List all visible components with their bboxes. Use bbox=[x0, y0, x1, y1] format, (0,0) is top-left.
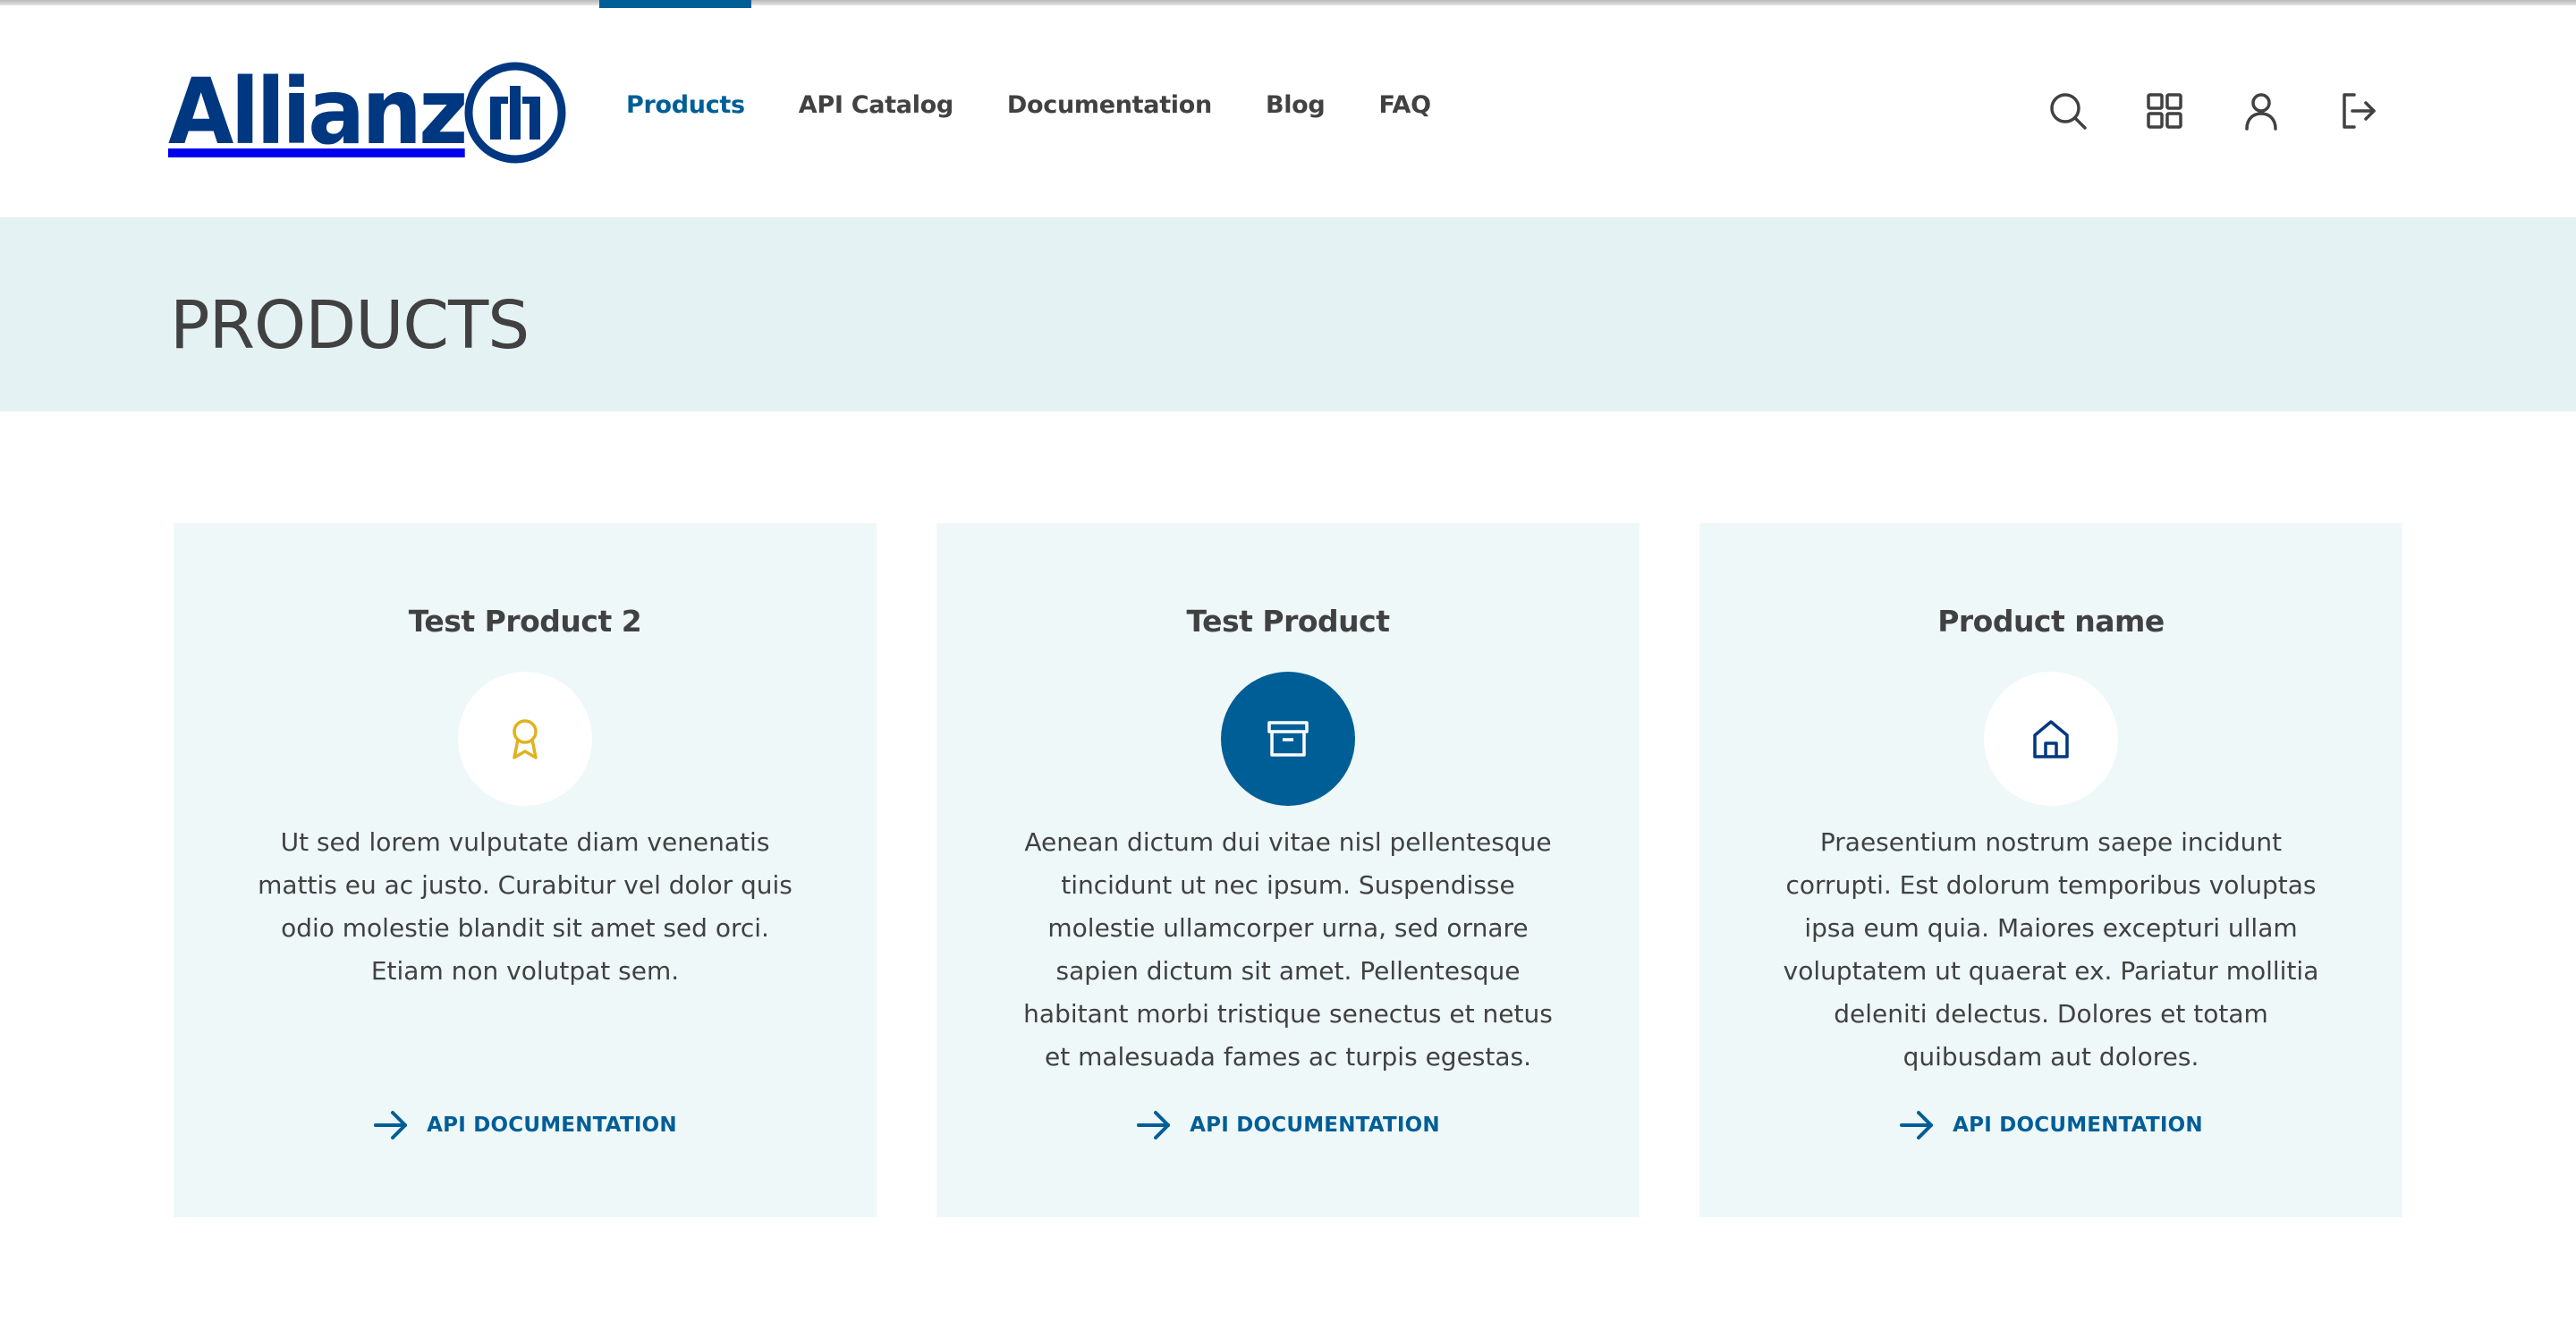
logout-icon[interactable] bbox=[2336, 89, 2379, 132]
allianz-eagle-icon bbox=[464, 62, 566, 164]
product-icon-circle bbox=[1984, 672, 2118, 806]
product-card[interactable]: Test Product Aenean dictum dui vitae nis… bbox=[936, 523, 1640, 1217]
page-banner: PRODUCTS bbox=[0, 217, 2576, 411]
product-cards: Test Product 2 Ut sed lorem vulputate di… bbox=[0, 523, 2576, 1221]
arrow-right-icon bbox=[374, 1111, 408, 1139]
home-icon bbox=[2033, 720, 2069, 758]
arrow-right-icon bbox=[1900, 1111, 1934, 1139]
product-card[interactable]: Test Product 2 Ut sed lorem vulputate di… bbox=[174, 523, 877, 1217]
product-icon-circle bbox=[1221, 672, 1355, 806]
logo-wordmark: Allianz bbox=[168, 59, 468, 165]
nav-api-catalog[interactable]: API Catalog bbox=[799, 91, 953, 119]
api-documentation-link[interactable]: API DOCUMENTATION bbox=[1699, 1109, 2402, 1141]
active-tab-indicator bbox=[599, 0, 751, 8]
archive-box-icon bbox=[1267, 721, 1309, 757]
site-header: Allianz Products API Catalog Documentati… bbox=[0, 5, 2576, 217]
nav-documentation[interactable]: Documentation bbox=[1007, 91, 1212, 119]
link-label: API DOCUMENTATION bbox=[1190, 1114, 1440, 1137]
link-label: API DOCUMENTATION bbox=[427, 1114, 677, 1137]
page-title: PRODUCTS bbox=[170, 287, 530, 364]
header-actions bbox=[2046, 89, 2379, 132]
main-nav: Products API Catalog Documentation Blog … bbox=[626, 91, 1485, 119]
product-card[interactable]: Product name Praesentium nostrum saepe i… bbox=[1699, 523, 2402, 1217]
api-documentation-link[interactable]: API DOCUMENTATION bbox=[936, 1109, 1640, 1141]
arrow-right-icon bbox=[1137, 1111, 1171, 1139]
product-title: Test Product 2 bbox=[408, 604, 642, 639]
product-title: Test Product bbox=[1186, 604, 1391, 639]
user-icon[interactable] bbox=[2240, 89, 2283, 132]
product-description: Praesentium nostrum saepe incidunt corru… bbox=[1783, 827, 2319, 1072]
allianz-logo[interactable]: Allianz bbox=[168, 59, 567, 166]
apps-grid-icon[interactable] bbox=[2143, 89, 2186, 132]
product-icon-circle bbox=[458, 672, 592, 806]
product-description: Ut sed lorem vulputate diam venenatis ma… bbox=[258, 827, 792, 986]
product-title: Product name bbox=[1937, 604, 2165, 639]
link-label: API DOCUMENTATION bbox=[1953, 1114, 2203, 1137]
nav-blog[interactable]: Blog bbox=[1266, 91, 1326, 119]
nav-products[interactable]: Products bbox=[626, 91, 745, 119]
product-description: Aenean dictum dui vitae nisl pellentesqu… bbox=[1023, 827, 1553, 1072]
nav-faq[interactable]: FAQ bbox=[1378, 91, 1431, 119]
search-icon[interactable] bbox=[2046, 89, 2089, 132]
api-documentation-link[interactable]: API DOCUMENTATION bbox=[174, 1109, 877, 1141]
award-ribbon-icon bbox=[513, 719, 538, 759]
